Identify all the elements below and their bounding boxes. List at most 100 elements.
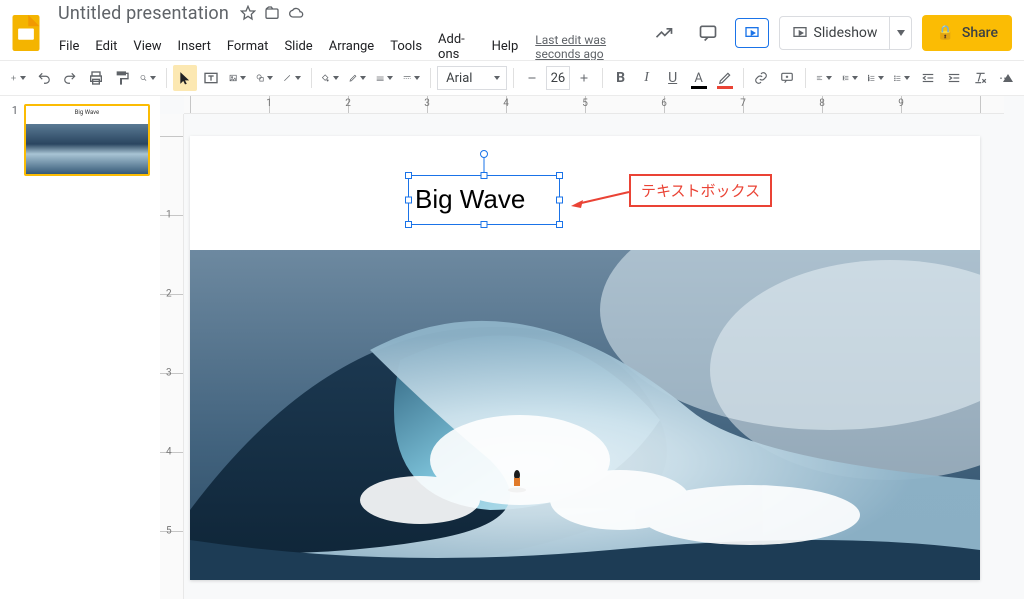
rotation-stem [484,156,485,172]
font-size-input[interactable]: 26 [546,66,570,90]
clear-formatting-button[interactable] [968,65,992,91]
textbox-selection[interactable]: Big Wave [408,175,560,225]
slideshow-button[interactable]: Slideshow [780,17,890,49]
menu-arrange[interactable]: Arrange [322,35,381,58]
border-color-button[interactable] [345,65,370,91]
separator [166,68,167,88]
indent-increase-button[interactable] [942,65,966,91]
svg-text:1: 1 [868,75,869,78]
wave-photo[interactable] [190,250,980,580]
vertical-ruler[interactable]: 12345 [160,114,184,599]
toolbar: Arial 26 B I U A 123 ⋯ [0,60,1024,96]
redo-button[interactable] [58,65,82,91]
doc-title[interactable]: Untitled presentation [54,1,233,26]
resize-handle-tr[interactable] [556,172,563,179]
separator [743,68,744,88]
activity-icon[interactable] [647,16,681,50]
horizontal-ruler[interactable]: 123456789 [184,96,1004,114]
font-size-value: 26 [551,71,566,86]
select-tool[interactable] [173,65,197,91]
bold-button[interactable]: B [609,65,633,91]
svg-text:2: 2 [868,77,870,80]
resize-handle-tl[interactable] [405,172,412,179]
paint-format-button[interactable] [110,65,134,91]
rotation-handle[interactable] [480,150,488,158]
titlebar: Untitled presentation File Edit View Ins… [0,0,1024,60]
bulleted-list-button[interactable] [890,65,914,91]
menu-format[interactable]: Format [220,35,276,58]
italic-button[interactable]: I [635,65,659,91]
menu-view[interactable]: View [126,35,168,58]
align-button[interactable] [812,65,836,91]
shape-tool[interactable] [252,65,277,91]
text-color-button[interactable]: A [687,65,711,91]
canvas-area: 123456789 12345 [160,96,1024,599]
thumb-wave-image [26,124,148,174]
new-slide-button[interactable] [6,65,30,91]
workspace: 1 Big Wave 123456789 12345 [0,96,1024,599]
indent-decrease-button[interactable] [916,65,940,91]
cloud-status-icon[interactable] [287,4,305,22]
lock-icon: 🔒 [936,25,953,41]
thumb-number: 1 [10,104,18,176]
insert-link-button[interactable] [749,65,773,91]
insert-comment-button[interactable] [775,65,799,91]
print-button[interactable] [84,65,108,91]
font-size-decrease[interactable] [520,65,544,91]
line-spacing-button[interactable] [838,65,862,91]
font-select[interactable]: Arial [437,66,507,90]
undo-button[interactable] [32,65,56,91]
svg-text:3: 3 [868,79,870,82]
border-weight-button[interactable] [372,65,397,91]
highlight-color-button[interactable] [713,65,737,91]
menu-file[interactable]: File [52,35,86,58]
line-tool[interactable] [279,65,304,91]
textbox-tool[interactable] [199,65,223,91]
share-button[interactable]: 🔒 Share [922,15,1012,51]
slides-app-logo[interactable] [8,15,44,51]
separator [430,68,431,88]
separator [602,68,603,88]
toolbar-collapse-icon[interactable] [998,61,1018,95]
last-edit-link[interactable]: Last edit was seconds ago [535,33,646,61]
header-right-controls: Slideshow 🔒 Share [647,15,1012,51]
slide-thumbnail-panel: 1 Big Wave [0,96,160,599]
move-icon[interactable] [263,4,281,22]
slide-thumbnail-1[interactable]: Big Wave [24,104,150,176]
annotation-arrow [571,188,631,208]
border-dash-button[interactable] [399,65,424,91]
image-tool[interactable] [225,65,250,91]
zoom-button[interactable] [136,65,160,91]
font-size-increase[interactable] [572,65,596,91]
separator [805,68,806,88]
resize-handle-br[interactable] [556,221,563,228]
menu-tools[interactable]: Tools [383,35,429,58]
resize-handle-l[interactable] [405,197,412,204]
separator [513,68,514,88]
resize-handle-bl[interactable] [405,221,412,228]
resize-handle-t[interactable] [481,172,488,179]
textbox-text[interactable]: Big Wave [409,176,559,212]
slide-canvas[interactable]: Big Wave テキストボックス [190,136,980,580]
menu-help[interactable]: Help [485,35,526,58]
annotation-label: テキストボックス [629,174,772,207]
font-name: Arial [446,71,472,86]
comments-icon[interactable] [691,16,725,50]
numbered-list-button[interactable]: 123 [864,65,888,91]
menu-slide[interactable]: Slide [277,35,319,58]
thumb-row: 1 Big Wave [10,104,150,176]
star-icon[interactable] [239,4,257,22]
underline-button[interactable]: U [661,65,685,91]
share-label: Share [962,25,998,41]
slideshow-label: Slideshow [814,25,878,41]
separator [311,68,312,88]
present-mode-icon[interactable] [735,18,769,48]
fill-color-button[interactable] [317,65,342,91]
menu-insert[interactable]: Insert [171,35,218,58]
thumb-title: Big Wave [26,106,148,116]
slideshow-button-group: Slideshow [779,16,913,50]
resize-handle-r[interactable] [556,197,563,204]
resize-handle-b[interactable] [481,221,488,228]
slideshow-dropdown[interactable] [889,17,911,49]
menu-edit[interactable]: Edit [88,35,124,58]
